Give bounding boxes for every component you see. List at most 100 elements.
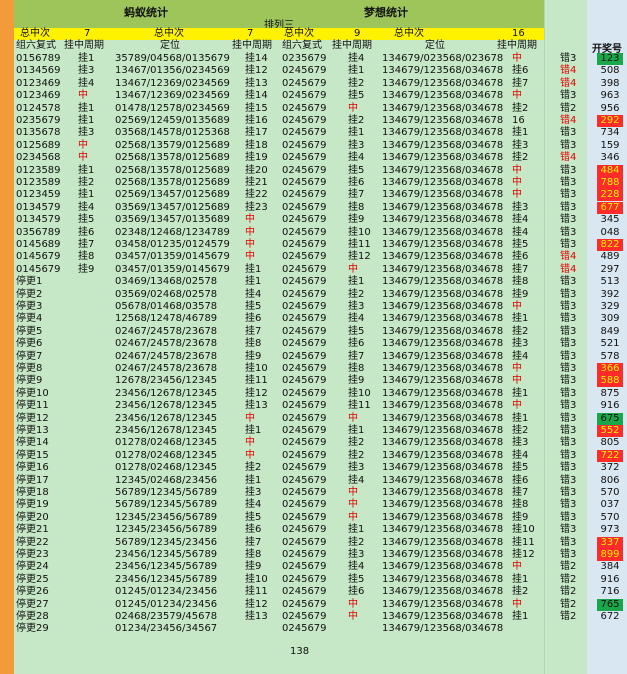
cell-cycle-3: 挂1	[348, 276, 365, 288]
cell-cycle-3: 中	[348, 487, 358, 498]
cell-cycle: 挂6	[78, 226, 95, 238]
cell-group6-2: 0245679	[282, 462, 327, 474]
cell-position-2: 134679/123568/034678	[382, 325, 504, 337]
cell-position-2: 134679/123568/034678	[382, 313, 504, 325]
left-total-label-2: 总中次	[154, 28, 184, 39]
cell-cycle-2: 中	[245, 251, 255, 263]
cell-miss: 错3	[560, 189, 577, 201]
cell-cycle-2: 挂7	[245, 325, 262, 337]
cell-position-2: 134679/123568/034678	[382, 573, 504, 585]
draw-number: 788	[597, 177, 623, 189]
cell-miss: 错3	[560, 449, 577, 461]
cell-group6-2: 0245679	[282, 90, 327, 102]
right-total-label-2: 总中次	[394, 28, 424, 39]
cell-group6-2: 0245679	[282, 102, 327, 114]
cell-cycle-3: 挂10	[348, 387, 371, 399]
cell-cycle-3: 挂3	[348, 549, 365, 560]
cell-position-2: 134679/123568/034678	[382, 102, 504, 114]
cell-group6-2: 0235679	[282, 53, 327, 64]
cell-position: 03457/01359/0145679	[115, 263, 230, 275]
cell-cycle-3: 挂2	[348, 115, 365, 126]
cell-position-2: 134679/123568/034678	[382, 437, 504, 449]
cell-group6: 停更23	[16, 549, 49, 560]
cell-position-2: 134679/123568/034678	[382, 449, 504, 461]
cell-cycle-4: 挂5	[512, 239, 529, 250]
cell-cycle-3: 中	[348, 511, 358, 523]
cell-cycle-3: 挂7	[348, 189, 365, 201]
cell-position: 13467/12369/0234569	[115, 77, 230, 89]
cell-cycle-3: 中	[348, 263, 358, 275]
cell-cycle-2: 挂2	[245, 462, 262, 474]
cell-position-2: 134679/123568/034678	[382, 387, 504, 399]
draw-number: 916	[600, 573, 620, 585]
cell-position-2: 134679/123568/034678	[382, 152, 504, 164]
draw-number: 875	[600, 387, 620, 399]
cell-position: 01245/01234/23456	[115, 586, 218, 598]
draw-number: 805	[600, 437, 620, 449]
cell-position: 03457/01359/0145679	[115, 251, 230, 263]
cell-cycle-4: 中	[512, 375, 522, 387]
cell-position-2: 134679/123568/034678	[382, 251, 504, 263]
cell-position-2: 134679/123568/034678	[382, 115, 504, 126]
cell-miss: 错3	[560, 338, 577, 350]
cell-cycle-2: 挂9	[245, 561, 262, 573]
cell-cycle-2: 挂15	[245, 102, 268, 114]
draw-number: 297	[600, 263, 620, 275]
cell-group6-2: 0245679	[282, 400, 327, 412]
cell-position-2: 134679/123568/034678	[382, 524, 504, 536]
cell-cycle-3: 挂3	[348, 462, 365, 474]
cell-miss: 错4	[560, 115, 577, 126]
cell-miss: 错2	[560, 573, 577, 585]
cell-cycle-3: 挂9	[348, 214, 365, 226]
cell-miss: 错2	[560, 586, 577, 598]
cell-group6: 0145679	[16, 251, 61, 263]
cell-cycle-4: 中	[512, 363, 522, 374]
cell-cycle: 挂1	[78, 164, 95, 176]
cell-group6: 0125689	[16, 139, 61, 151]
cell-cycle-3: 挂12	[348, 251, 371, 263]
cell-cycle-2: 挂12	[245, 65, 268, 77]
cell-position: 23456/12345/56789	[115, 573, 218, 585]
cell-position-2: 134679/123568/034678	[382, 177, 504, 188]
cell-position-2: 134679/123568/034678	[382, 400, 504, 412]
cell-position-2: 134679/123568/034678	[382, 425, 504, 436]
draw-number: 578	[600, 350, 620, 362]
cell-miss: 错3	[560, 313, 577, 325]
cell-group6-2: 0245679	[282, 115, 327, 126]
cell-cycle-4: 挂3	[512, 437, 529, 449]
cell-cycle-4: 挂1	[512, 412, 529, 424]
cell-cycle-3: 挂4	[348, 152, 365, 164]
cell-miss: 错3	[560, 127, 577, 139]
draw-number: 309	[600, 313, 620, 325]
cell-cycle-4: 挂2	[512, 425, 529, 436]
draw-number: 722	[597, 449, 623, 462]
cell-cycle-3: 挂4	[348, 474, 365, 486]
cell-group6-2: 0245679	[282, 598, 327, 610]
cell-cycle: 中	[78, 90, 88, 102]
cell-position-2: 134679/123568/034678	[382, 90, 504, 102]
cell-cycle-3: 挂1	[348, 127, 365, 139]
cell-group6: 0356789	[16, 226, 61, 238]
cell-position: 03569/13457/0135689	[115, 214, 230, 226]
cell-position-2: 134679/123568/034678	[382, 338, 504, 350]
cell-position: 01278/02468/12345	[115, 449, 218, 461]
cell-group6-2: 0245679	[282, 437, 327, 449]
draw-number: 849	[600, 325, 620, 337]
cell-group6: 0135678	[16, 127, 61, 139]
cell-group6-2: 0245679	[282, 251, 327, 263]
cell-position: 01245/01234/23456	[115, 598, 218, 610]
cell-cycle: 挂5	[78, 214, 95, 226]
cell-position: 02569/12459/0135689	[115, 115, 230, 126]
cell-position: 03569/13457/0125689	[115, 201, 230, 213]
cell-miss: 错3	[560, 375, 577, 387]
cell-miss: 错3	[560, 177, 577, 188]
cell-miss: 错4	[560, 152, 577, 164]
cell-position: 12345/23456/56789	[115, 511, 218, 523]
draw-number: 372	[600, 462, 620, 474]
cell-position: 56789/12345/56789	[115, 499, 218, 511]
cell-group6-2: 0245679	[282, 611, 327, 622]
cell-group6: 0123459	[16, 189, 61, 201]
cell-group6: 停更17	[16, 474, 49, 486]
cell-cycle-4: 挂6	[512, 474, 529, 486]
draw-number: 292	[597, 115, 623, 127]
